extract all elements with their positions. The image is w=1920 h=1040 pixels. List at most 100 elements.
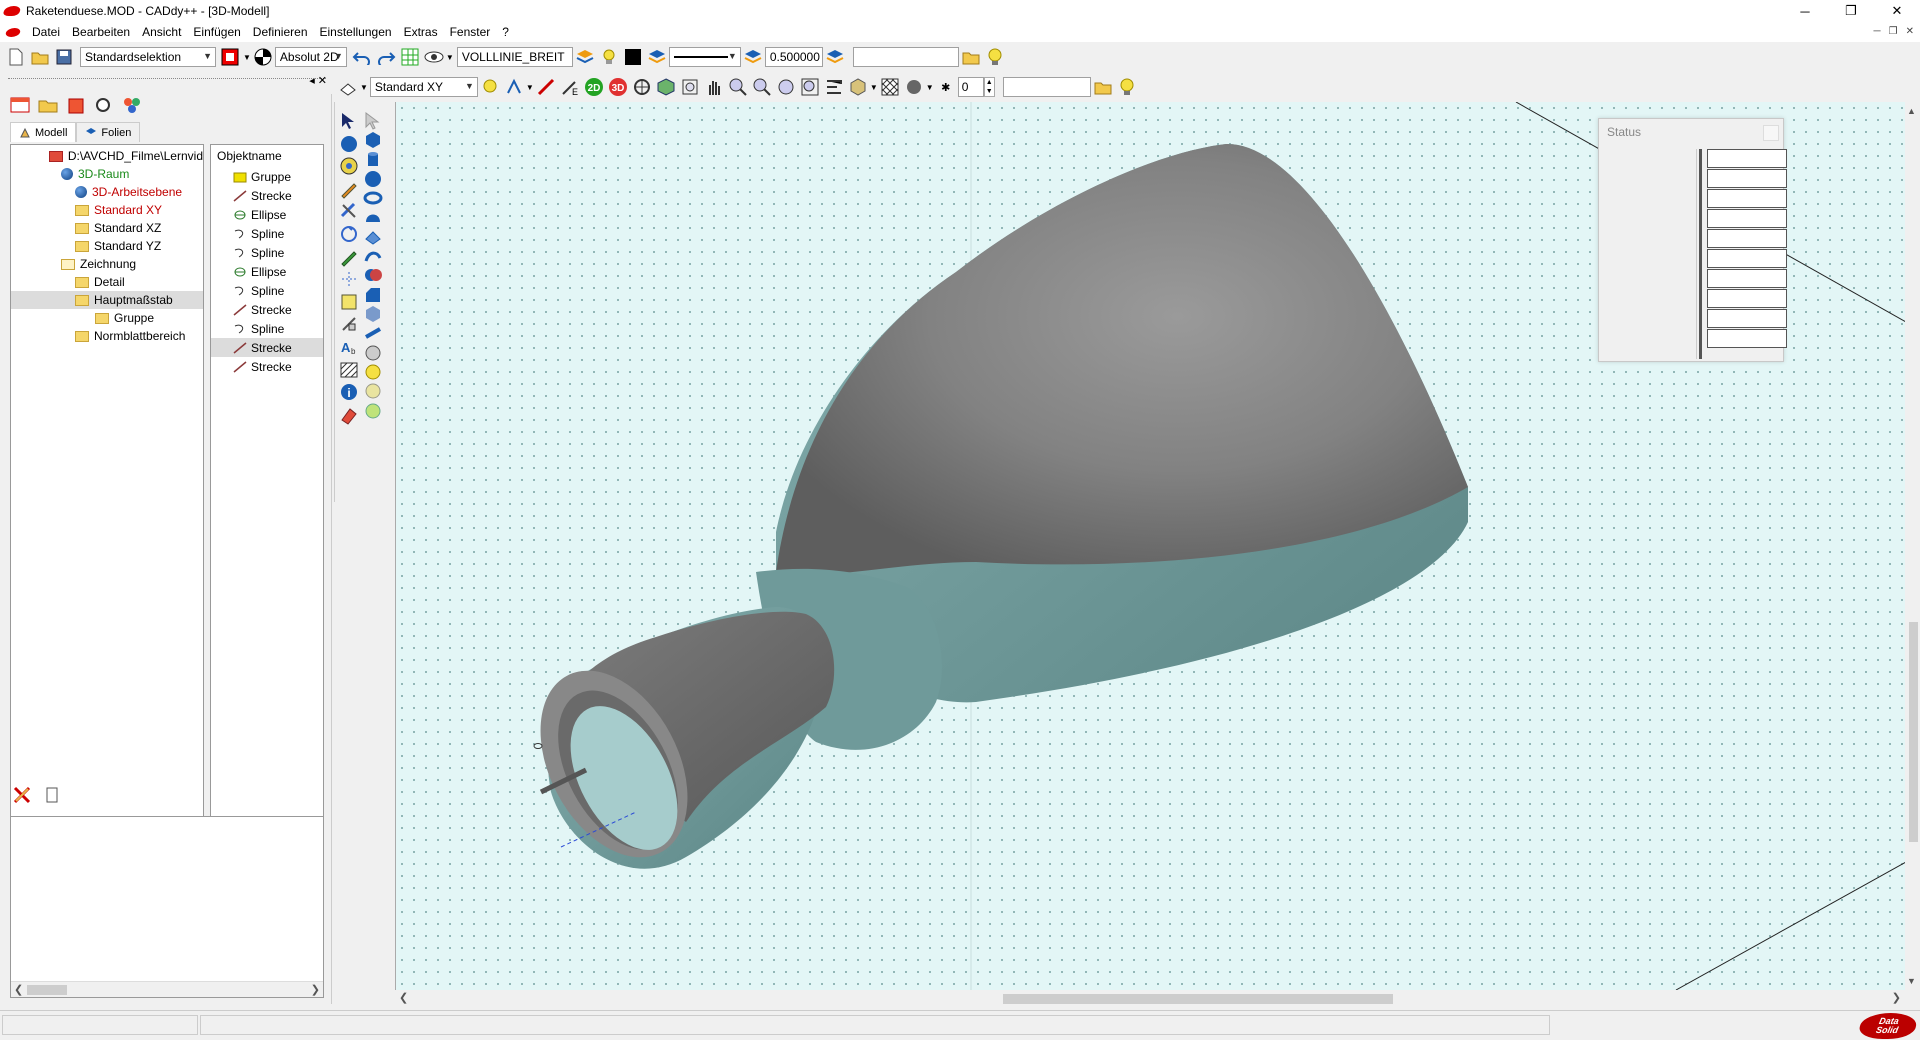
document-menu-icon[interactable] — [4, 27, 22, 37]
info-icon[interactable]: i — [338, 381, 360, 403]
status-value-cell[interactable] — [1707, 169, 1787, 188]
vscroll-thumb[interactable] — [1909, 622, 1918, 842]
line-type-field[interactable]: VOLLLINIE_BREIT — [456, 47, 573, 67]
object-list-item[interactable]: Spline — [211, 319, 323, 338]
mdi-close-button[interactable]: ✕ — [1906, 26, 1914, 37]
pencil-icon[interactable] — [338, 178, 360, 200]
select-arrow-icon[interactable] — [338, 110, 360, 132]
sphere-icon[interactable] — [338, 133, 360, 155]
panel-pin-icon[interactable]: ◂ ✕ — [309, 74, 327, 87]
model-window-icon[interactable] — [9, 94, 31, 116]
status-value-cell[interactable] — [1707, 149, 1787, 168]
save-icon[interactable] — [53, 46, 75, 68]
zoom-fit-icon[interactable] — [775, 76, 797, 98]
status-value-cell[interactable] — [1707, 309, 1787, 328]
tree-item[interactable]: 3D-Raum — [11, 165, 203, 183]
zoom-out-icon[interactable] — [751, 76, 773, 98]
view-2d-button[interactable]: 2D — [583, 76, 605, 98]
lightbulb-icon[interactable] — [984, 46, 1006, 68]
menu-einfuegen[interactable]: Einfügen — [187, 25, 246, 39]
line-width-field[interactable]: 0.500000 — [764, 47, 823, 67]
light-layer-icon[interactable] — [598, 46, 620, 68]
menu-definieren[interactable]: Definieren — [247, 25, 314, 39]
shading-sphere-icon[interactable] — [903, 76, 925, 98]
rotate-view-icon[interactable] — [631, 76, 653, 98]
chevron-down-icon[interactable]: ▼ — [870, 83, 878, 92]
status-value-cell[interactable] — [1707, 289, 1787, 308]
plane-light-icon[interactable] — [479, 76, 501, 98]
close-button[interactable]: ✕ — [1874, 0, 1920, 22]
dimension-icon[interactable] — [338, 268, 360, 290]
view-plane-select[interactable]: Standard XY ▼ — [369, 77, 478, 97]
maximize-button[interactable]: ❐ — [1828, 0, 1874, 22]
object-list-item[interactable]: Strecke — [211, 186, 323, 205]
object-list-item[interactable]: Spline — [211, 224, 323, 243]
color-picker-icon[interactable] — [220, 46, 242, 68]
edit-attribute-icon[interactable] — [41, 784, 63, 806]
star-icon[interactable]: ✱ — [935, 76, 957, 98]
chevron-down-icon[interactable]: ▼ — [243, 53, 251, 62]
toolbar2-extra-field[interactable] — [1002, 77, 1091, 97]
spin-buttons[interactable]: ▲ ▼ — [983, 77, 995, 97]
snap-point-icon[interactable] — [503, 76, 525, 98]
viewport-hscroll[interactable]: ❮ ❯ — [395, 990, 1905, 1007]
menu-ansicht[interactable]: Ansicht — [136, 25, 187, 39]
eraser-icon[interactable] — [338, 404, 360, 426]
edit-element-icon[interactable]: E — [559, 76, 581, 98]
folder-tree-icon[interactable] — [37, 94, 59, 116]
coordinate-icon[interactable] — [252, 46, 274, 68]
color-black-swatch[interactable] — [622, 46, 644, 68]
object-list-item[interactable]: Ellipse — [211, 205, 323, 224]
layer-manager-icon[interactable] — [824, 46, 846, 68]
tree-item[interactable]: Gruppe — [11, 309, 203, 327]
tree-item[interactable]: Standard YZ — [11, 237, 203, 255]
tab-modell[interactable]: Modell — [10, 122, 77, 142]
menu-bearbeiten[interactable]: Bearbeiten — [66, 25, 136, 39]
tree-item[interactable]: Standard XZ — [11, 219, 203, 237]
modify-icon[interactable] — [338, 200, 360, 222]
point-icon[interactable] — [338, 291, 360, 313]
green-pencil-icon[interactable] — [338, 246, 360, 268]
search-object-icon[interactable] — [93, 94, 115, 116]
chevron-down-icon[interactable]: ▼ — [926, 83, 934, 92]
measure-icon[interactable] — [535, 76, 557, 98]
snap-icon[interactable] — [338, 155, 360, 177]
layer-stack-icon[interactable] — [646, 46, 668, 68]
hscroll-thumb[interactable] — [1003, 994, 1393, 1004]
object-list-item[interactable]: Spline — [211, 243, 323, 262]
layer-icon[interactable] — [574, 46, 596, 68]
tree-item[interactable]: Detail — [11, 273, 203, 291]
zoom-in-icon[interactable] — [727, 76, 749, 98]
object-list-item[interactable]: Strecke — [211, 300, 323, 319]
hatch-grid-icon[interactable] — [879, 76, 901, 98]
object-list-item[interactable]: Spline — [211, 281, 323, 300]
status-value-cell[interactable] — [1707, 209, 1787, 228]
tree-item[interactable]: Hauptmaßstab — [11, 291, 203, 309]
attribute-hscroll[interactable]: ❮ ❯ — [11, 981, 323, 997]
selection-mode-select[interactable]: Standardselektion ▼ — [80, 47, 216, 67]
mdi-restore-button[interactable]: ❐ — [1889, 26, 1898, 37]
chevron-down-icon[interactable]: ▼ — [360, 83, 368, 92]
delete-icon[interactable] — [65, 94, 87, 116]
measure-tool-icon[interactable] — [338, 313, 360, 335]
pan-hand-icon[interactable] — [703, 76, 725, 98]
status-value-cell[interactable] — [1707, 269, 1787, 288]
box-shade-icon[interactable] — [847, 76, 869, 98]
open-light-icon[interactable] — [960, 46, 982, 68]
properties-icon[interactable] — [121, 94, 143, 116]
transform-icon[interactable] — [338, 223, 360, 245]
coordinate-mode-select[interactable]: Absolut 2D ▼ — [274, 47, 347, 67]
tree-item[interactable]: Standard XY — [11, 201, 203, 219]
lightbulb-icon[interactable] — [1116, 76, 1138, 98]
line-width-layer-icon[interactable] — [742, 46, 764, 68]
status-value-cell[interactable] — [1707, 229, 1787, 248]
panel-grip[interactable] — [8, 78, 326, 79]
menu-help[interactable]: ? — [496, 25, 515, 39]
hatch-icon[interactable] — [338, 359, 360, 381]
mdi-minimize-button[interactable]: ─ — [1874, 26, 1881, 37]
new-file-icon[interactable] — [5, 46, 27, 68]
tree-item[interactable]: D:\AVCHD_Filme\Lernvid — [11, 147, 203, 165]
text-icon[interactable]: Ab — [338, 336, 360, 358]
redo-icon[interactable] — [375, 46, 397, 68]
line-style-select[interactable]: ▼ — [668, 47, 741, 67]
